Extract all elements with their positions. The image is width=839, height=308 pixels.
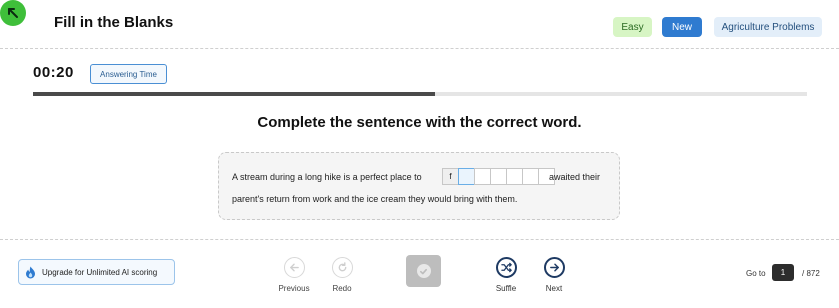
sentence-before-blank: A stream during a long hike is a perfect… <box>232 172 422 182</box>
upgrade-label: Upgrade for Unlimited AI scoring <box>42 267 158 277</box>
status-badge: New <box>662 17 702 37</box>
arrow-right-icon <box>549 263 559 272</box>
goto-label: Go to <box>746 269 766 278</box>
answer-letter-box[interactable]: f <box>442 168 459 185</box>
category-badge: Agriculture Problems <box>714 17 822 37</box>
goto-page-input[interactable]: 1 <box>772 264 794 281</box>
redo-button[interactable]: Redo <box>327 257 357 293</box>
upgrade-button[interactable]: Upgrade for Unlimited AI scoring <box>18 259 175 285</box>
answer-letter-box[interactable] <box>522 168 539 185</box>
sentence-after-blank: awaited their <box>549 172 601 182</box>
check-icon <box>419 268 428 274</box>
answer-letter-box[interactable] <box>506 168 523 185</box>
time-progress-fill <box>33 92 436 96</box>
answer-letter-box[interactable] <box>474 168 491 185</box>
answer-letter-box[interactable] <box>458 168 475 185</box>
answer-blanks[interactable]: f <box>442 168 555 185</box>
flame-icon <box>26 266 35 278</box>
question-card: A stream during a long hike is a perfect… <box>218 152 620 220</box>
arrow-left-icon <box>289 263 299 272</box>
back-button[interactable] <box>0 0 26 26</box>
redo-icon <box>338 262 346 272</box>
time-progress-bar <box>33 92 807 96</box>
submit-check-button[interactable] <box>406 255 441 287</box>
arrow-up-left-icon <box>8 8 18 18</box>
shuffle-label: Suffle <box>495 284 517 293</box>
footer-divider <box>0 239 839 240</box>
page-title: Fill in the Blanks <box>54 14 174 31</box>
goto-total: / 872 <box>802 269 820 278</box>
sentence-second-line: parent's return from work and the ice cr… <box>232 194 518 204</box>
next-button[interactable]: Next <box>540 257 568 293</box>
previous-label: Previous <box>278 284 310 293</box>
shuffle-button[interactable]: Suffle <box>491 257 521 293</box>
question-prompt: Complete the sentence with the correct w… <box>257 114 582 131</box>
difficulty-badge: Easy <box>613 17 652 37</box>
next-label: Next <box>545 284 563 293</box>
shuffle-icon <box>500 262 512 273</box>
redo-label: Redo <box>332 284 352 293</box>
answering-time-label: Answering Time <box>90 64 167 84</box>
answer-letter-box[interactable] <box>490 168 507 185</box>
timer-display: 00:20 <box>33 64 74 81</box>
header-divider <box>0 48 839 49</box>
previous-button[interactable]: Previous <box>277 257 311 293</box>
